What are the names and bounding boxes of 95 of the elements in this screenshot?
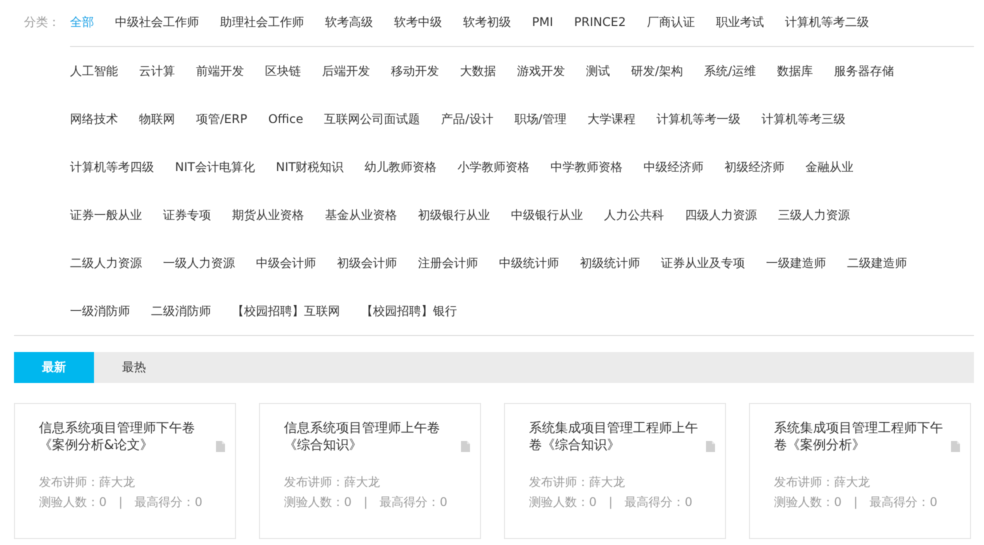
category-link[interactable]: 计算机等考一级	[656, 109, 740, 129]
category-link[interactable]: 初级会计师	[337, 253, 397, 273]
category-link[interactable]: 移动开发	[391, 61, 439, 81]
category-link[interactable]: 中级银行从业	[511, 205, 583, 225]
takers-count: 测验人数：0	[39, 494, 107, 511]
category-link[interactable]: 网络技术	[70, 109, 118, 129]
exam-card[interactable]: 信息系统项目管理师上午卷《综合知识》 发布讲师：薛大龙 测验人数：0 | 最高得分：0	[259, 403, 481, 539]
category-link[interactable]: NIT会计电算化	[175, 157, 255, 177]
category-link[interactable]: 期货从业资格	[232, 205, 304, 225]
lecturer-text: 发布讲师：薛大龙	[529, 474, 626, 491]
category-link[interactable]: 证券一般从业	[70, 205, 142, 225]
category-link[interactable]: 中级经济师	[644, 157, 704, 177]
category-link[interactable]: 测试	[586, 61, 610, 81]
category-link[interactable]: 二级人力资源	[70, 253, 142, 273]
category-link[interactable]: 【校园招聘】银行	[361, 301, 457, 321]
separator: |	[364, 494, 368, 511]
category-link[interactable]: 三级人力资源	[778, 205, 850, 225]
exam-card[interactable]: 信息系统项目管理师下午卷《案例分析&论文》 发布讲师：薛大龙 测验人数：0 | 最高得分：0	[14, 403, 236, 539]
category-link[interactable]: 一级消防师	[70, 301, 130, 321]
category-link[interactable]: 初级银行从业	[418, 205, 490, 225]
category-link[interactable]: 软考中级	[394, 12, 442, 32]
category-link[interactable]: NIT财税知识	[276, 157, 344, 177]
category-link[interactable]: 中级社会工作师	[115, 12, 199, 32]
category-link[interactable]: 二级消防师	[151, 301, 211, 321]
category-link[interactable]: 软考初级	[463, 12, 511, 32]
category-link[interactable]: 前端开发	[196, 61, 244, 81]
separator: |	[854, 494, 858, 511]
category-link[interactable]: 互联网公司面试题	[324, 109, 420, 129]
document-icon	[951, 441, 960, 452]
category-link[interactable]: 注册会计师	[418, 253, 478, 273]
category-link[interactable]: 中级统计师	[499, 253, 559, 273]
takers-count: 测验人数：0	[774, 494, 842, 511]
category-link[interactable]: 初级统计师	[580, 253, 640, 273]
category-link[interactable]: 人工智能	[70, 61, 118, 81]
top-score: 最高得分：0	[134, 494, 202, 511]
category-link[interactable]: 二级建造师	[847, 253, 907, 273]
category-link[interactable]: 物联网	[139, 109, 175, 129]
category-link[interactable]: 基金从业资格	[325, 205, 397, 225]
category-link[interactable]: 中学教师资格	[550, 157, 623, 177]
exam-title[interactable]: 系统集成项目管理工程师下午卷《案例分析》	[774, 420, 945, 454]
category-link[interactable]: 证券专项	[163, 205, 211, 225]
category-link[interactable]: 研发/架构	[631, 61, 684, 81]
category-link[interactable]: 证券从业及专项	[661, 253, 745, 273]
category-link[interactable]: 一级建造师	[766, 253, 826, 273]
exam-title[interactable]: 信息系统项目管理师下午卷《案例分析&论文》	[39, 420, 210, 454]
category-link[interactable]: 云计算	[139, 61, 175, 81]
category-link[interactable]: 产品/设计	[441, 109, 494, 129]
category-link[interactable]: 计算机等考三级	[761, 109, 846, 129]
exam-title[interactable]: 信息系统项目管理师上午卷《综合知识》	[284, 420, 455, 454]
category-link[interactable]: PMI	[532, 12, 554, 32]
lecturer-text: 发布讲师：薛大龙	[774, 474, 871, 491]
document-icon	[461, 441, 470, 452]
category-link[interactable]: 厂商认证	[646, 12, 695, 32]
takers-count: 测验人数：0	[284, 494, 352, 511]
category-link[interactable]: 区块链	[265, 61, 301, 81]
category-link[interactable]: 服务器存储	[834, 61, 894, 81]
top-score: 最高得分：0	[624, 494, 692, 511]
category-link[interactable]: 后端开发	[322, 61, 370, 81]
category-link[interactable]: 职业考试	[716, 12, 764, 32]
category-link[interactable]: 游戏开发	[517, 61, 565, 81]
document-icon	[706, 441, 715, 452]
category-label: 分类：	[23, 14, 61, 31]
category-link[interactable]: 软考高级	[325, 12, 373, 32]
category-link[interactable]: 小学教师资格	[458, 157, 530, 177]
category-link[interactable]: Office	[268, 109, 304, 129]
document-icon	[216, 441, 225, 452]
lecturer-text: 发布讲师：薛大龙	[284, 474, 381, 491]
category-link[interactable]: 初级经济师	[724, 157, 785, 177]
category-link[interactable]: 项管/ERP	[196, 109, 248, 129]
category-link[interactable]: 【校园招聘】互联网	[232, 301, 340, 321]
category-link[interactable]: 计算机等考四级	[70, 157, 154, 177]
lecturer-text: 发布讲师：薛大龙	[39, 474, 136, 491]
exam-card[interactable]: 系统集成项目管理工程师下午卷《案例分析》 发布讲师：薛大龙 测验人数：0 | 最高得分：0	[749, 403, 971, 539]
category-link[interactable]: 助理社会工作师	[220, 12, 304, 32]
category-link[interactable]: 职场/管理	[514, 109, 566, 129]
category-link[interactable]: PRINCE2	[574, 12, 626, 32]
separator: |	[608, 494, 613, 511]
category-link[interactable]: 大数据	[460, 61, 496, 81]
tab[interactable]: 最热	[94, 352, 174, 383]
category-link[interactable]: 人力公共科	[604, 205, 664, 225]
separator: |	[118, 494, 123, 511]
category-link[interactable]: 四级人力资源	[685, 205, 757, 225]
category-link[interactable]: 金融从业	[806, 157, 854, 177]
top-score: 最高得分：0	[380, 494, 448, 511]
category-link[interactable]: 大学课程	[587, 109, 636, 129]
category-link[interactable]: 幼儿教师资格	[364, 157, 437, 177]
takers-count: 测验人数：0	[529, 494, 597, 511]
category-link[interactable]: 计算机等考二级	[784, 12, 869, 32]
exam-card[interactable]: 系统集成项目管理工程师上午卷《综合知识》 发布讲师：薛大龙 测验人数：0 | 最高得分：0	[504, 403, 726, 539]
exam-title[interactable]: 系统集成项目管理工程师上午卷《综合知识》	[529, 420, 700, 454]
category-link[interactable]: 一级人力资源	[163, 253, 235, 273]
category-link[interactable]: 中级会计师	[256, 253, 316, 273]
category-link[interactable]: 数据库	[777, 61, 814, 81]
category-link[interactable]: 系统/运维	[704, 61, 756, 81]
top-score: 最高得分：0	[870, 494, 938, 511]
